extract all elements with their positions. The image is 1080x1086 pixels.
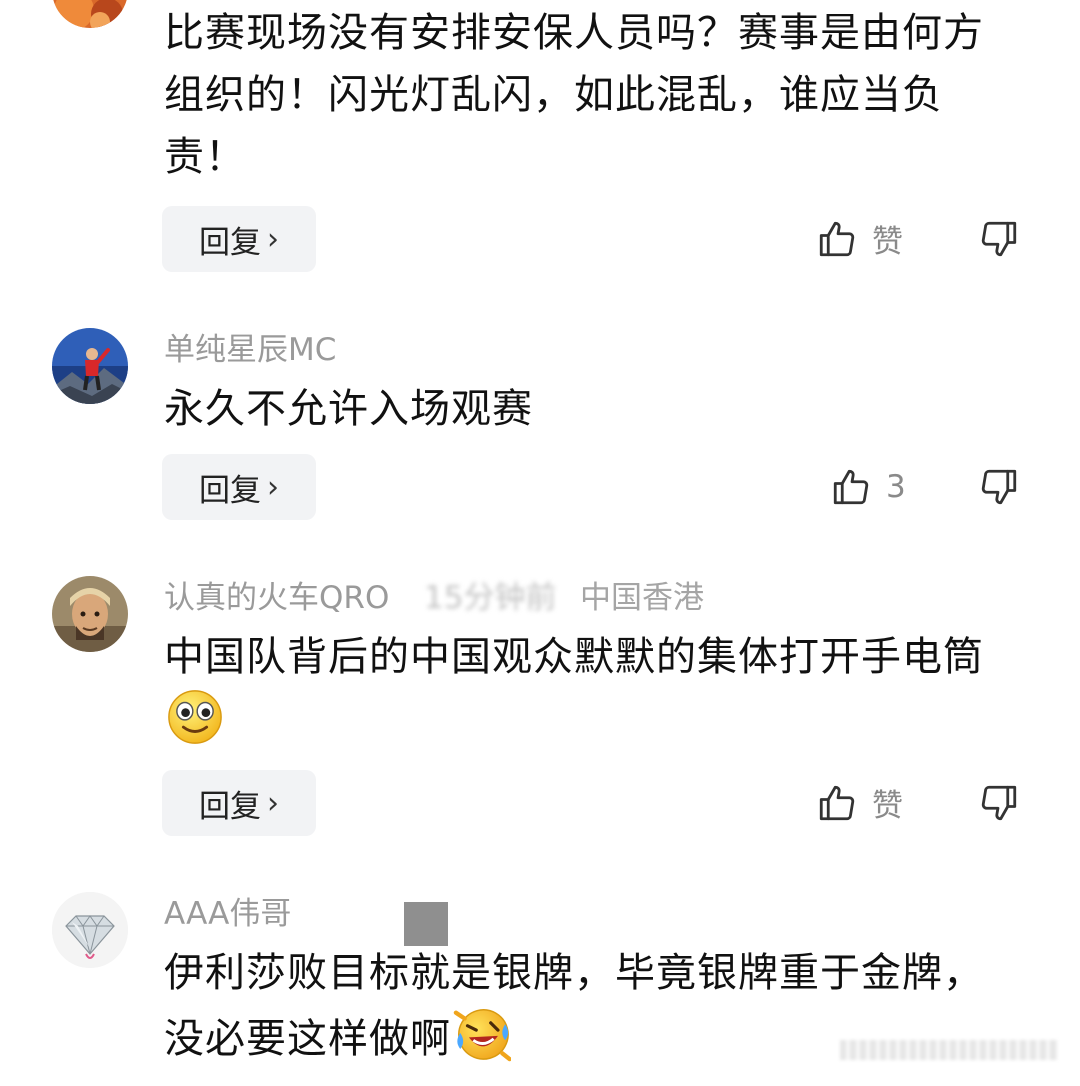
dislike-button[interactable] xyxy=(978,218,1020,260)
reply-label: 回复 xyxy=(199,472,261,509)
like-label: 赞 xyxy=(872,224,903,260)
avatar[interactable] xyxy=(52,328,128,404)
thumbs-down-icon xyxy=(981,221,1017,257)
avatar[interactable] xyxy=(52,892,128,968)
reply-button[interactable]: 回复 › xyxy=(162,770,316,836)
like-count: 3 xyxy=(886,469,906,505)
username[interactable]: 单纯星辰MC xyxy=(164,330,336,370)
reply-button[interactable]: 回复 › xyxy=(162,206,316,272)
comment-text: 中国队背后的中国观众默默的集体打开手电筒 xyxy=(164,626,1014,754)
thumbs-up-icon xyxy=(816,218,858,260)
comment-text: 比赛现场没有安排安保人员吗？赛事是由何方组织的！闪光灯乱闪，如此混乱，谁应当负责… xyxy=(164,10,984,180)
redaction-mark xyxy=(404,902,448,946)
like-button[interactable]: 赞 xyxy=(816,780,903,825)
chevron-right-icon: › xyxy=(267,221,279,257)
comment-list: 比赛现场没有安排安保人员吗？赛事是由何方组织的！闪光灯乱闪，如此混乱，谁应当负责… xyxy=(0,0,1080,1086)
smiling-face-emoji xyxy=(166,688,224,746)
reply-label: 回复 xyxy=(199,788,261,825)
timestamp: 15分钟前 xyxy=(424,580,557,616)
ip-location: 中国香港 xyxy=(580,580,704,616)
chevron-right-icon: › xyxy=(267,785,279,821)
thumbs-down-icon xyxy=(981,785,1017,821)
avatar[interactable] xyxy=(52,0,128,28)
reply-button[interactable]: 回复 › xyxy=(162,454,316,520)
chevron-right-icon: › xyxy=(267,469,279,505)
like-label: 赞 xyxy=(872,788,903,824)
username[interactable]: 认真的火车QRO xyxy=(164,578,389,618)
like-button[interactable]: 3 xyxy=(830,466,906,508)
like-button[interactable]: 赞 xyxy=(816,216,903,261)
watermark-smudge xyxy=(840,1040,1058,1060)
comment-text-content: 中国队背后的中国观众默默的集体打开手电筒 xyxy=(164,634,984,680)
dislike-button[interactable] xyxy=(978,782,1020,824)
username[interactable]: AAA伟哥 xyxy=(164,894,291,934)
thumbs-down-icon xyxy=(981,469,1017,505)
dislike-button[interactable] xyxy=(978,466,1020,508)
reply-label: 回复 xyxy=(199,224,261,261)
laughing-crying-emoji xyxy=(453,1004,511,1062)
comment-text: 永久不允许入场观赛 xyxy=(164,386,533,432)
thumbs-up-icon xyxy=(830,466,872,508)
avatar[interactable] xyxy=(52,576,128,652)
thumbs-up-icon xyxy=(816,782,858,824)
